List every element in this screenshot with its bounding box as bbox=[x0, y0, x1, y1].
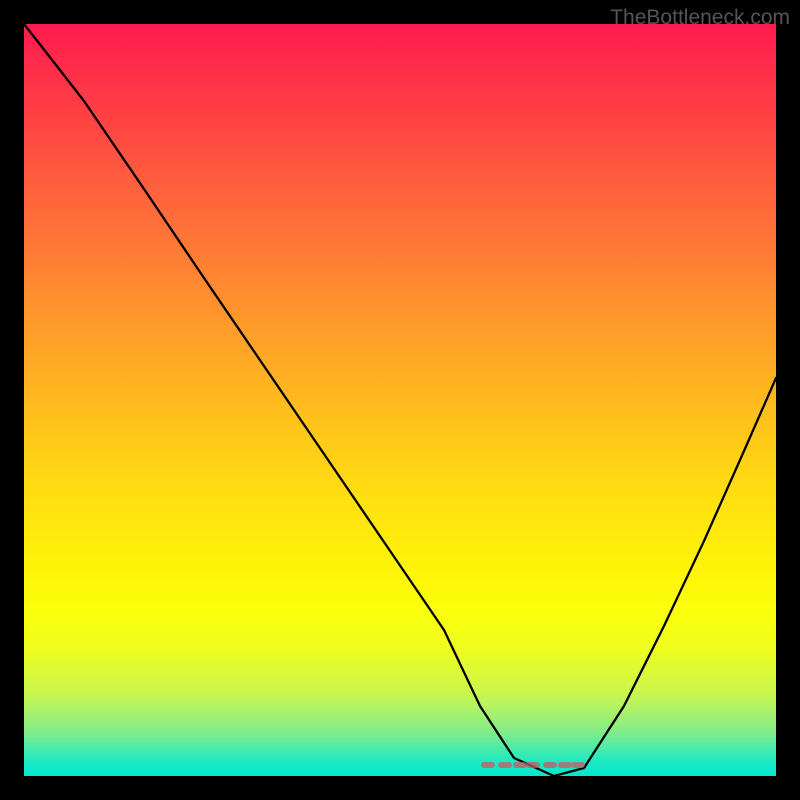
watermark-text: TheBottleneck.com bbox=[610, 6, 790, 30]
baseline-dash bbox=[526, 762, 540, 768]
plot-area bbox=[24, 24, 776, 776]
baseline-dash bbox=[481, 762, 495, 768]
baseline-dash bbox=[571, 762, 585, 768]
bottleneck-curve bbox=[24, 24, 776, 776]
baseline-dashes bbox=[474, 758, 574, 768]
baseline-dash bbox=[543, 762, 557, 768]
baseline-dash bbox=[558, 762, 572, 768]
baseline-dash bbox=[498, 762, 512, 768]
baseline-dash bbox=[513, 762, 527, 768]
